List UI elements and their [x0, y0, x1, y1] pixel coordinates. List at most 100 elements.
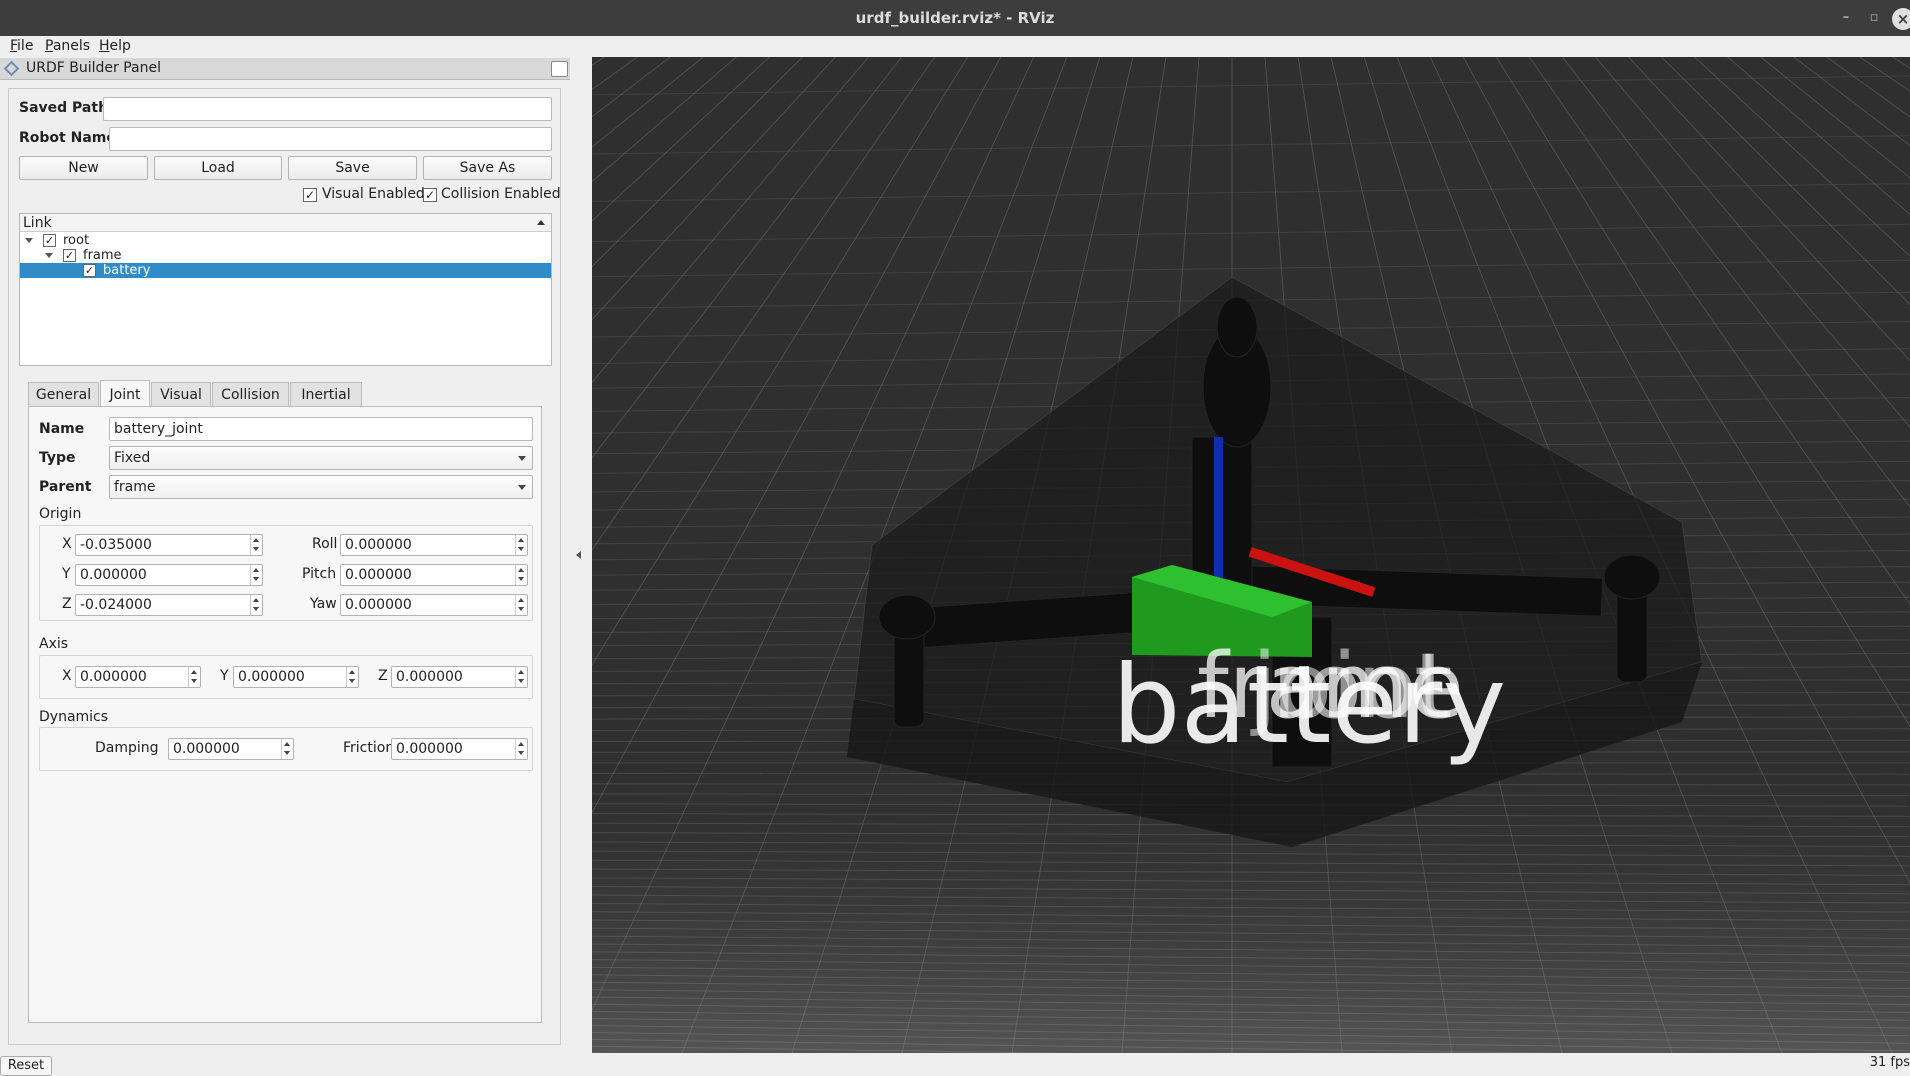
spin-buttons[interactable]	[515, 739, 527, 759]
tab-general[interactable]: General	[28, 382, 99, 407]
save-button[interactable]: Save	[288, 156, 417, 180]
damping-spinbox[interactable]: 0.000000	[168, 738, 294, 760]
origin-pitch-spinbox[interactable]: 0.000000	[340, 564, 528, 586]
origin-z-value: -0.024000	[80, 597, 152, 613]
spin-buttons[interactable]	[515, 565, 527, 585]
origin-group-label: Origin	[39, 506, 82, 522]
label-joint: joint	[1250, 634, 1449, 739]
spin-down-icon[interactable]	[284, 751, 290, 755]
panel-float-button[interactable]	[551, 61, 568, 77]
spin-buttons[interactable]	[250, 595, 262, 615]
spin-up-icon[interactable]	[518, 742, 524, 746]
origin-y-spinbox[interactable]: 0.000000	[75, 564, 263, 586]
origin-z-spinbox[interactable]: -0.024000	[75, 594, 263, 616]
spin-up-icon[interactable]	[253, 568, 259, 572]
axis-z-spinbox[interactable]: 0.000000	[391, 666, 528, 688]
tree-header[interactable]: Link	[20, 214, 551, 232]
spin-down-icon[interactable]	[253, 547, 259, 551]
visual-enabled-checkbox[interactable]: ✓	[303, 188, 317, 202]
spin-up-icon[interactable]	[349, 670, 355, 674]
spin-buttons[interactable]	[188, 667, 200, 687]
reset-button[interactable]: Reset	[0, 1056, 52, 1076]
expand-arrow-icon[interactable]	[45, 253, 53, 258]
tree-row-frame[interactable]: ✓ frame	[20, 248, 551, 263]
spin-down-icon[interactable]	[253, 577, 259, 581]
origin-x-value: -0.035000	[80, 537, 152, 553]
origin-x-spinbox[interactable]: -0.035000	[75, 534, 263, 556]
spin-buttons[interactable]	[281, 739, 293, 759]
menu-bar: File Panels Help	[0, 36, 1910, 58]
menu-file[interactable]: File	[10, 38, 33, 54]
scene-svg[interactable]: battery frame root joint	[592, 57, 1910, 1053]
menu-panels[interactable]: Panels	[45, 38, 90, 54]
tree-checkbox-root[interactable]: ✓	[43, 234, 56, 247]
spin-up-icon[interactable]	[191, 670, 197, 674]
tree-label-battery: battery	[103, 263, 151, 278]
maximize-button[interactable]: ▫	[1860, 0, 1888, 36]
spin-buttons[interactable]	[515, 595, 527, 615]
spin-down-icon[interactable]	[518, 751, 524, 755]
expand-arrow-icon[interactable]	[25, 238, 33, 243]
tree-row-battery[interactable]: ✓ battery	[20, 263, 551, 278]
collapse-panel-arrow-icon[interactable]	[576, 551, 581, 559]
spin-down-icon[interactable]	[518, 607, 524, 611]
damping-label: Damping	[95, 740, 159, 756]
joint-parent-select[interactable]: frame	[109, 475, 533, 499]
spin-down-icon[interactable]	[349, 679, 355, 683]
joint-type-select[interactable]: Fixed	[109, 446, 533, 470]
axis-x-spinbox[interactable]: 0.000000	[75, 666, 201, 688]
tree-checkbox-battery[interactable]: ✓	[83, 264, 96, 277]
spin-up-icon[interactable]	[518, 670, 524, 674]
spin-buttons[interactable]	[346, 667, 358, 687]
link-tree[interactable]: Link ✓ root ✓ frame ✓ battery	[19, 213, 552, 366]
joint-parent-value: frame	[114, 479, 156, 495]
origin-yaw-spinbox[interactable]: 0.000000	[340, 594, 528, 616]
spin-up-icon[interactable]	[518, 538, 524, 542]
spin-up-icon[interactable]	[518, 568, 524, 572]
origin-roll-spinbox[interactable]: 0.000000	[340, 534, 528, 556]
robot-name-input[interactable]	[109, 127, 552, 151]
status-bar: Reset 31 fps	[0, 1053, 1910, 1076]
tab-visual[interactable]: Visual	[151, 382, 211, 407]
minimize-button[interactable]: –	[1832, 0, 1860, 36]
spin-up-icon[interactable]	[284, 742, 290, 746]
robot-name-label: Robot Name	[19, 130, 116, 146]
joint-name-input[interactable]: battery_joint	[109, 417, 533, 441]
spin-down-icon[interactable]	[518, 577, 524, 581]
spin-buttons[interactable]	[515, 535, 527, 555]
spin-buttons[interactable]	[250, 535, 262, 555]
tree-row-root[interactable]: ✓ root	[20, 233, 551, 248]
render-viewport[interactable]: battery frame root joint	[592, 57, 1910, 1053]
damping-value: 0.000000	[173, 741, 240, 757]
axis-x-value: 0.000000	[80, 669, 147, 685]
joint-tab-page: Name battery_joint Type Fixed Parent fra…	[28, 406, 542, 1023]
spin-up-icon[interactable]	[253, 538, 259, 542]
spin-down-icon[interactable]	[253, 607, 259, 611]
spin-buttons[interactable]	[515, 667, 527, 687]
axis-z-label: Z	[378, 668, 388, 684]
origin-yaw-label: Yaw	[310, 596, 337, 612]
spin-up-icon[interactable]	[253, 598, 259, 602]
friction-spinbox[interactable]: 0.000000	[391, 738, 528, 760]
spin-up-icon[interactable]	[518, 598, 524, 602]
tree-checkbox-frame[interactable]: ✓	[63, 249, 76, 262]
save-as-button[interactable]: Save As	[423, 156, 552, 180]
spin-buttons[interactable]	[250, 565, 262, 585]
close-button[interactable]: ×	[1892, 8, 1910, 30]
new-button[interactable]: New	[19, 156, 148, 180]
collision-enabled-checkbox[interactable]: ✓	[423, 188, 437, 202]
panel-title-bar[interactable]: URDF Builder Panel	[0, 58, 570, 80]
spin-down-icon[interactable]	[518, 547, 524, 551]
load-button[interactable]: Load	[154, 156, 282, 180]
tab-joint[interactable]: Joint	[100, 380, 150, 407]
spin-down-icon[interactable]	[518, 679, 524, 683]
tab-collision[interactable]: Collision	[212, 382, 289, 407]
tab-inertial[interactable]: Inertial	[290, 382, 362, 407]
dynamics-group-label: Dynamics	[39, 709, 109, 725]
spin-down-icon[interactable]	[191, 679, 197, 683]
menu-help[interactable]: Help	[99, 38, 131, 54]
saved-path-label: Saved Path	[19, 100, 109, 116]
axis-y-spinbox[interactable]: 0.000000	[233, 666, 359, 688]
axis-y-value: 0.000000	[238, 669, 305, 685]
saved-path-input[interactable]	[103, 97, 552, 121]
